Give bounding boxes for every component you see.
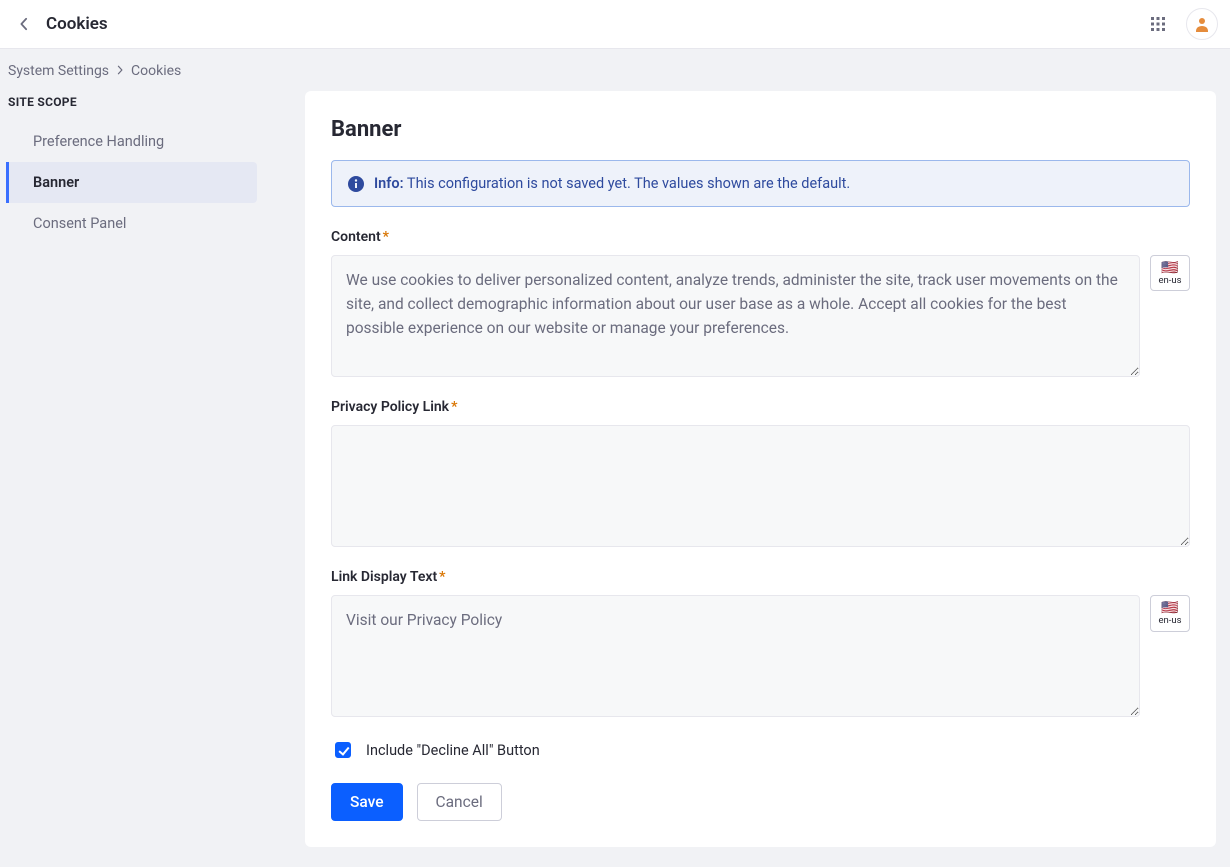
grid-icon bbox=[1150, 16, 1166, 32]
page-heading: Banner bbox=[331, 117, 1190, 142]
main-layout: SITE SCOPE Preference Handling Banner Co… bbox=[0, 91, 1230, 867]
save-button[interactable]: Save bbox=[331, 783, 403, 821]
form-group-privacy-link: Privacy Policy Link* bbox=[331, 399, 1190, 547]
info-alert-label: Info: bbox=[374, 175, 404, 192]
user-avatar[interactable] bbox=[1186, 8, 1218, 40]
privacy-link-textarea[interactable] bbox=[331, 425, 1190, 547]
us-flag-icon: 🇺🇸 bbox=[1161, 261, 1178, 275]
privacy-link-label: Privacy Policy Link* bbox=[331, 399, 1190, 415]
sidebar-item-preference-handling[interactable]: Preference Handling bbox=[6, 121, 257, 162]
content-card: Banner Info: This configuration is not s… bbox=[305, 91, 1216, 847]
decline-all-checkbox[interactable] bbox=[335, 742, 351, 758]
decline-all-checkbox-row: Include "Decline All" Button bbox=[331, 739, 1190, 761]
sidebar-scope-label: SITE SCOPE bbox=[0, 91, 305, 121]
sidebar-item-banner[interactable]: Banner bbox=[6, 162, 257, 203]
breadcrumb-item[interactable]: System Settings bbox=[8, 63, 109, 79]
topbar: Cookies bbox=[0, 0, 1230, 49]
required-mark: * bbox=[383, 229, 389, 245]
us-flag-icon: 🇺🇸 bbox=[1161, 601, 1178, 615]
breadcrumb-item[interactable]: Cookies bbox=[131, 63, 181, 79]
required-mark: * bbox=[451, 399, 457, 415]
sidebar: SITE SCOPE Preference Handling Banner Co… bbox=[0, 91, 305, 264]
sidebar-item-consent-panel[interactable]: Consent Panel bbox=[6, 203, 257, 244]
form-group-content: Content* 🇺🇸 en-us bbox=[331, 229, 1190, 377]
info-icon bbox=[348, 176, 364, 192]
info-alert: Info: This configuration is not saved ye… bbox=[331, 160, 1190, 207]
link-text-textarea[interactable] bbox=[331, 595, 1140, 717]
chevron-left-icon bbox=[17, 17, 31, 31]
cancel-button[interactable]: Cancel bbox=[417, 783, 502, 821]
content-locale-button[interactable]: 🇺🇸 en-us bbox=[1150, 255, 1190, 291]
info-alert-text: This configuration is not saved yet. The… bbox=[407, 175, 850, 192]
content-label: Content* bbox=[331, 229, 1190, 245]
chevron-right-icon bbox=[115, 63, 125, 79]
back-button[interactable] bbox=[12, 12, 36, 36]
apps-menu-button[interactable] bbox=[1142, 8, 1174, 40]
page-title: Cookies bbox=[46, 14, 108, 34]
user-icon bbox=[1194, 16, 1210, 32]
link-text-label: Link Display Text* bbox=[331, 569, 1190, 585]
required-mark: * bbox=[439, 569, 445, 585]
content-textarea[interactable] bbox=[331, 255, 1140, 377]
form-group-link-text: Link Display Text* 🇺🇸 en-us bbox=[331, 569, 1190, 717]
breadcrumb: System Settings Cookies bbox=[0, 49, 1230, 91]
locale-code: en-us bbox=[1158, 615, 1181, 626]
decline-all-label[interactable]: Include "Decline All" Button bbox=[366, 742, 540, 759]
link-text-locale-button[interactable]: 🇺🇸 en-us bbox=[1150, 595, 1190, 631]
button-row: Save Cancel bbox=[331, 783, 1190, 821]
locale-code: en-us bbox=[1158, 275, 1181, 286]
